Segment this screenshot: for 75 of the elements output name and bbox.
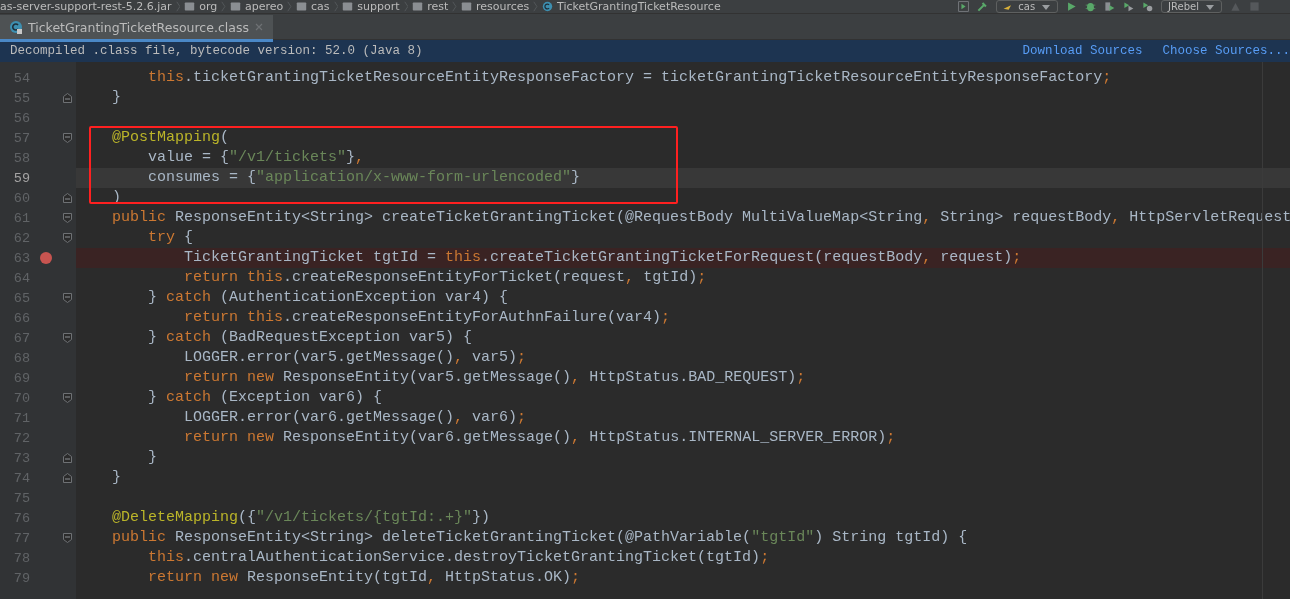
caret-icon xyxy=(1205,2,1215,11)
code-line: this.centralAuthenticationService.destroyTicketGrantingTicket(tgtId); xyxy=(147,548,770,568)
chevron-icon xyxy=(175,1,181,12)
hammer-icon[interactable] xyxy=(977,1,989,12)
code-line: } xyxy=(111,468,121,488)
code-line: public ResponseEntity<String> deleteTicketGrantingTicket(@PathVariable("tgtId") String tgtId) { xyxy=(111,528,968,548)
code-line: LOGGER.error(var5.getMessage(), var5); xyxy=(183,348,527,368)
code-line: public ResponseEntity<String> createTicketGrantingTicket(@RequestBody MultiValueMap<String, String> requestBody, HttpServletRequest xyxy=(111,208,1290,228)
fold-icon[interactable] xyxy=(62,212,73,224)
fold-icon[interactable] xyxy=(62,192,73,204)
code-line: LOGGER.error(var6.getMessage(), var6); xyxy=(183,408,527,428)
run-configuration-dropdown[interactable]: cas xyxy=(996,0,1059,13)
code-line: } catch (AuthenticationException var4) { xyxy=(147,288,509,308)
fold-icon[interactable] xyxy=(62,232,73,244)
caret-icon xyxy=(1041,2,1052,11)
fold-icon[interactable] xyxy=(62,472,73,484)
fold-icon[interactable] xyxy=(62,452,73,464)
debug-icon[interactable] xyxy=(1085,1,1097,12)
code-line: @DeleteMapping({"/v1/tickets/{tgtId:.+}"}) xyxy=(111,508,491,528)
fold-icon[interactable] xyxy=(62,132,73,144)
breadcrumb-item[interactable]: resources xyxy=(476,0,530,13)
run-icon[interactable] xyxy=(1066,1,1078,12)
code-line: return this.createResponseEntityForTicket(request, tgtId); xyxy=(183,268,707,288)
fold-icon[interactable] xyxy=(62,392,73,404)
chevron-icon xyxy=(287,1,293,12)
class-icon xyxy=(542,1,554,12)
run-window-icon[interactable] xyxy=(958,1,970,12)
fold-icon[interactable] xyxy=(62,332,73,344)
breadcrumb-item[interactable]: support xyxy=(357,0,400,13)
breadcrumb-item[interactable]: TicketGrantingTicketResource xyxy=(557,0,721,13)
editor-tab[interactable]: TicketGrantingTicketResource.class xyxy=(0,15,273,42)
code-line: this.ticketGrantingTicketResourceEntityResponseFactory = ticketGrantingTicketResourceEntityResponseFactory; xyxy=(147,68,1112,88)
code-line: value = {"/v1/tickets"}, xyxy=(147,148,365,168)
breadcrumb-item[interactable]: rest xyxy=(427,0,449,13)
code-line: return new ResponseEntity(var5.getMessage(), HttpStatus.BAD_REQUEST); xyxy=(183,368,806,388)
chevron-icon xyxy=(403,1,409,12)
rebel-dropdown[interactable]: JRebel xyxy=(1161,0,1222,13)
breadcrumb-item[interactable]: as-server-support-rest-5.2.6.jar xyxy=(0,0,172,13)
banner-message: Decompiled .class file, bytecode version: 52.0 (Java 8) xyxy=(10,44,423,58)
breadcrumb-item[interactable]: apereo xyxy=(245,0,284,13)
breakpoint-icon[interactable] xyxy=(40,252,52,264)
breadcrumb-item[interactable]: cas xyxy=(311,0,330,13)
folder-icon xyxy=(184,1,196,12)
banner-link[interactable]: Download Sources xyxy=(1022,44,1143,58)
chevron-icon xyxy=(452,1,457,12)
rebel-run-icon[interactable] xyxy=(1123,1,1135,12)
folder-icon xyxy=(296,1,308,12)
chevron-icon xyxy=(333,1,339,12)
code-line: } catch (Exception var6) { xyxy=(147,388,383,408)
code-line: @PostMapping( xyxy=(111,128,230,148)
fold-icon[interactable] xyxy=(62,292,73,304)
folder-icon xyxy=(230,1,242,12)
code-line: return new ResponseEntity(var6.getMessage(), HttpStatus.INTERNAL_SERVER_ERROR); xyxy=(183,428,896,448)
banner-link[interactable]: Choose Sources... xyxy=(1162,44,1290,58)
folder-icon xyxy=(461,1,472,12)
fold-icon[interactable] xyxy=(62,532,73,544)
coverage-icon[interactable] xyxy=(1104,1,1116,12)
chevron-icon xyxy=(221,1,227,12)
code-line: TicketGrantingTicket tgtId = this.createTicketGrantingTicketForRequest(requestBody, request); xyxy=(183,248,1022,268)
breadcrumb-item[interactable]: org xyxy=(199,0,218,13)
folder-icon xyxy=(342,1,354,12)
line-number: 59 xyxy=(12,170,30,186)
code-line: return new ResponseEntity(tgtId, HttpStatus.OK); xyxy=(147,568,581,588)
code-line: consumes = {"application/x-www-form-urlencoded"} xyxy=(147,168,581,188)
locked-class-icon xyxy=(9,20,23,34)
fold-icon[interactable] xyxy=(62,92,73,104)
code-line: } xyxy=(111,88,121,108)
close-icon[interactable] xyxy=(253,22,264,32)
folder-icon xyxy=(412,1,424,12)
code-line: } catch (BadRequestException var5) { xyxy=(147,328,473,348)
rebel-debug-icon[interactable] xyxy=(1142,1,1154,12)
code-line: } xyxy=(147,448,157,468)
code-line: return this.createResponseEntityForAuthnFailure(var4); xyxy=(183,308,671,328)
code-line: try { xyxy=(147,228,194,248)
chevron-icon xyxy=(533,1,539,12)
